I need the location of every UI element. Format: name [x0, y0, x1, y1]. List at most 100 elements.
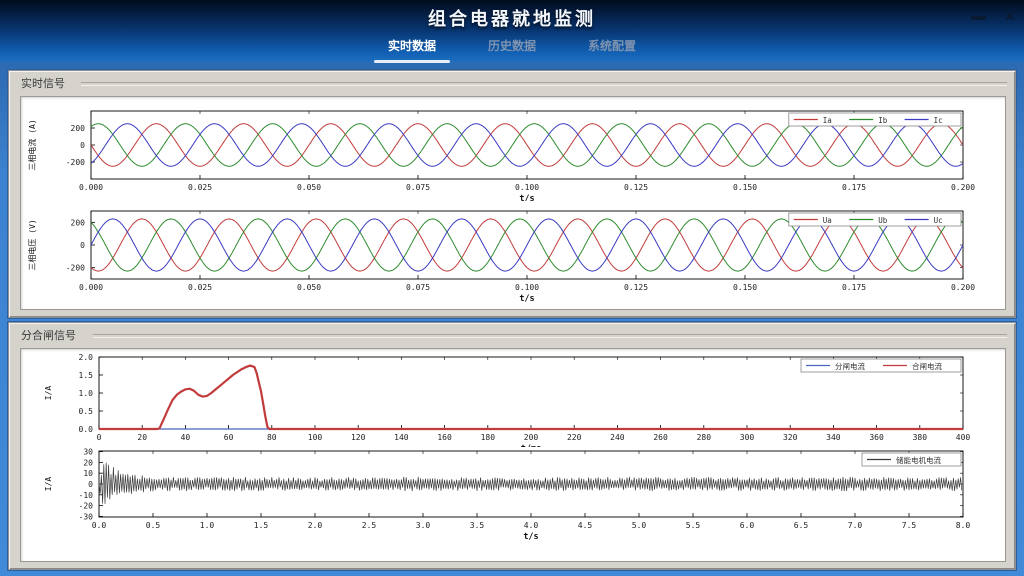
x-tick-label: 320 [783, 433, 798, 442]
x-axis-label: t/s [523, 532, 538, 542]
tab-system-config[interactable]: 系统配置 [580, 34, 644, 60]
x-tick-label: 0.050 [297, 183, 321, 192]
realtime-signal-plot-area: 0.0000.0250.0500.0750.1000.1250.1500.175… [20, 96, 1006, 310]
legend-label: Ib [878, 116, 888, 125]
y-tick-label: -200 [66, 264, 85, 273]
x-tick-label: 0.100 [515, 283, 539, 292]
panel-title-rule [93, 334, 1007, 338]
x-tick-label: 60 [224, 433, 234, 442]
x-tick-label: 0.100 [515, 183, 539, 192]
legend-label: Ua [823, 216, 832, 225]
x-tick-label: 3.5 [470, 521, 485, 530]
x-tick-label: 20 [137, 433, 147, 442]
y-tick-label: 0 [80, 241, 85, 250]
x-tick-label: 7.0 [848, 521, 863, 530]
legend-label: Ub [878, 216, 888, 225]
y-tick-label: -200 [66, 158, 85, 167]
x-tick-label: 0.025 [188, 183, 212, 192]
tab-label: 实时数据 [388, 39, 436, 53]
tab-history-data[interactable]: 历史数据 [480, 34, 544, 60]
y-tick-label: 0 [80, 141, 85, 150]
y-tick-label: 200 [71, 124, 86, 133]
x-tick-label: 280 [697, 433, 712, 442]
y-axis-label: I/A [44, 477, 53, 492]
x-tick-label: 4.0 [524, 521, 539, 530]
legend-label: Uc [934, 216, 943, 225]
page-title: 组合电器就地监测 [0, 5, 1024, 31]
y-tick-label: 0.5 [79, 407, 94, 416]
y-axis-label: I/A [44, 386, 53, 401]
x-tick-label: 0 [97, 433, 102, 442]
y-tick-label: 20 [83, 458, 93, 467]
panel-switching-signal: 分合闸信号 0204060801001201401601802002202402… [8, 322, 1016, 570]
x-tick-label: 0.025 [188, 283, 212, 292]
x-tick-label: 0.050 [297, 283, 321, 292]
legend-label: 分闸电流 [835, 361, 865, 371]
x-tick-label: 260 [653, 433, 668, 442]
x-tick-label: 2.0 [308, 521, 323, 530]
x-tick-label: 0.000 [79, 283, 103, 292]
legend-label: 储能电机电流 [896, 455, 941, 465]
x-tick-label: 0.075 [406, 183, 430, 192]
x-tick-label: 380 [913, 433, 928, 442]
x-tick-label: 4.5 [578, 521, 593, 530]
y-tick-label: 0.0 [79, 425, 94, 434]
x-tick-label: 3.0 [416, 521, 431, 530]
app-window: 组合电器就地监测 ✕ 实时数据 历史数据 系统配置 实时信号 0.0000.02… [0, 0, 1024, 576]
y-tick-label: 2.0 [79, 353, 94, 362]
y-tick-label: 200 [71, 218, 86, 227]
x-tick-label: 6.0 [740, 521, 755, 530]
switch-coil-current-svg: 0204060801001201401601802002202402602803… [21, 349, 1005, 447]
title-bar: 组合电器就地监测 ✕ 实时数据 历史数据 系统配置 [0, 0, 1024, 62]
three-phase-voltage-svg: 0.0000.0250.0500.0750.1000.1250.1500.175… [21, 201, 1005, 309]
tab-label: 历史数据 [488, 39, 536, 53]
x-tick-label: 0.125 [624, 183, 648, 192]
x-tick-label: 0.5 [146, 521, 161, 530]
x-tick-label: 5.5 [686, 521, 701, 530]
x-tick-label: 5.0 [632, 521, 647, 530]
tab-label: 系统配置 [588, 39, 636, 53]
x-tick-label: 2.5 [362, 521, 377, 530]
x-tick-label: 0.175 [842, 183, 866, 192]
x-tick-label: 80 [267, 433, 277, 442]
x-axis-label: t/s [519, 294, 534, 304]
x-axis-label: t/s [519, 194, 534, 201]
series-合闸电流 [99, 366, 963, 429]
x-tick-label: 340 [826, 433, 841, 442]
legend-label: Ic [934, 116, 943, 125]
legend-label: Ia [823, 116, 832, 125]
panel-title-rule [81, 82, 1007, 86]
x-tick-label: 0.200 [951, 283, 975, 292]
x-tick-label: 0.200 [951, 183, 975, 192]
chart-motor-current: 0.00.51.01.52.02.53.03.54.04.55.05.56.06… [21, 447, 1005, 561]
panel-title: 实时信号 [21, 75, 65, 91]
switching-signal-plot-area: 0204060801001201401601802002202402602803… [20, 348, 1006, 562]
window-controls: ✕ [971, 4, 1016, 23]
y-tick-label: 1.5 [79, 371, 94, 380]
x-tick-label: 1.0 [200, 521, 215, 530]
series-Uc [91, 219, 963, 271]
x-tick-label: 0.075 [406, 283, 430, 292]
tab-realtime-data[interactable]: 实时数据 [380, 34, 444, 60]
x-tick-label: 200 [524, 433, 539, 442]
y-tick-label: 30 [83, 448, 93, 457]
chart-switch-coil-current: 0204060801001201401601802002202402602803… [21, 349, 1005, 447]
x-tick-label: 0.000 [79, 183, 103, 192]
close-icon[interactable]: ✕ [1004, 9, 1016, 23]
x-tick-label: 8.0 [956, 521, 971, 530]
minimize-icon[interactable] [971, 16, 986, 20]
x-tick-label: 0.125 [624, 283, 648, 292]
x-tick-label: 300 [740, 433, 755, 442]
y-axis-label: 三相电压 (V) [27, 219, 37, 270]
x-tick-label: 220 [567, 433, 582, 442]
x-tick-label: 6.5 [794, 521, 809, 530]
x-tick-label: 7.5 [902, 521, 917, 530]
x-tick-label: 0.175 [842, 283, 866, 292]
y-tick-label: -20 [79, 502, 94, 511]
series-Ia [91, 124, 963, 167]
y-tick-label: -30 [79, 512, 94, 521]
series-储能电机电流 [99, 463, 962, 504]
x-tick-label: 100 [308, 433, 323, 442]
tab-bar: 实时数据 历史数据 系统配置 [0, 34, 1024, 60]
y-tick-label: -10 [79, 491, 94, 500]
